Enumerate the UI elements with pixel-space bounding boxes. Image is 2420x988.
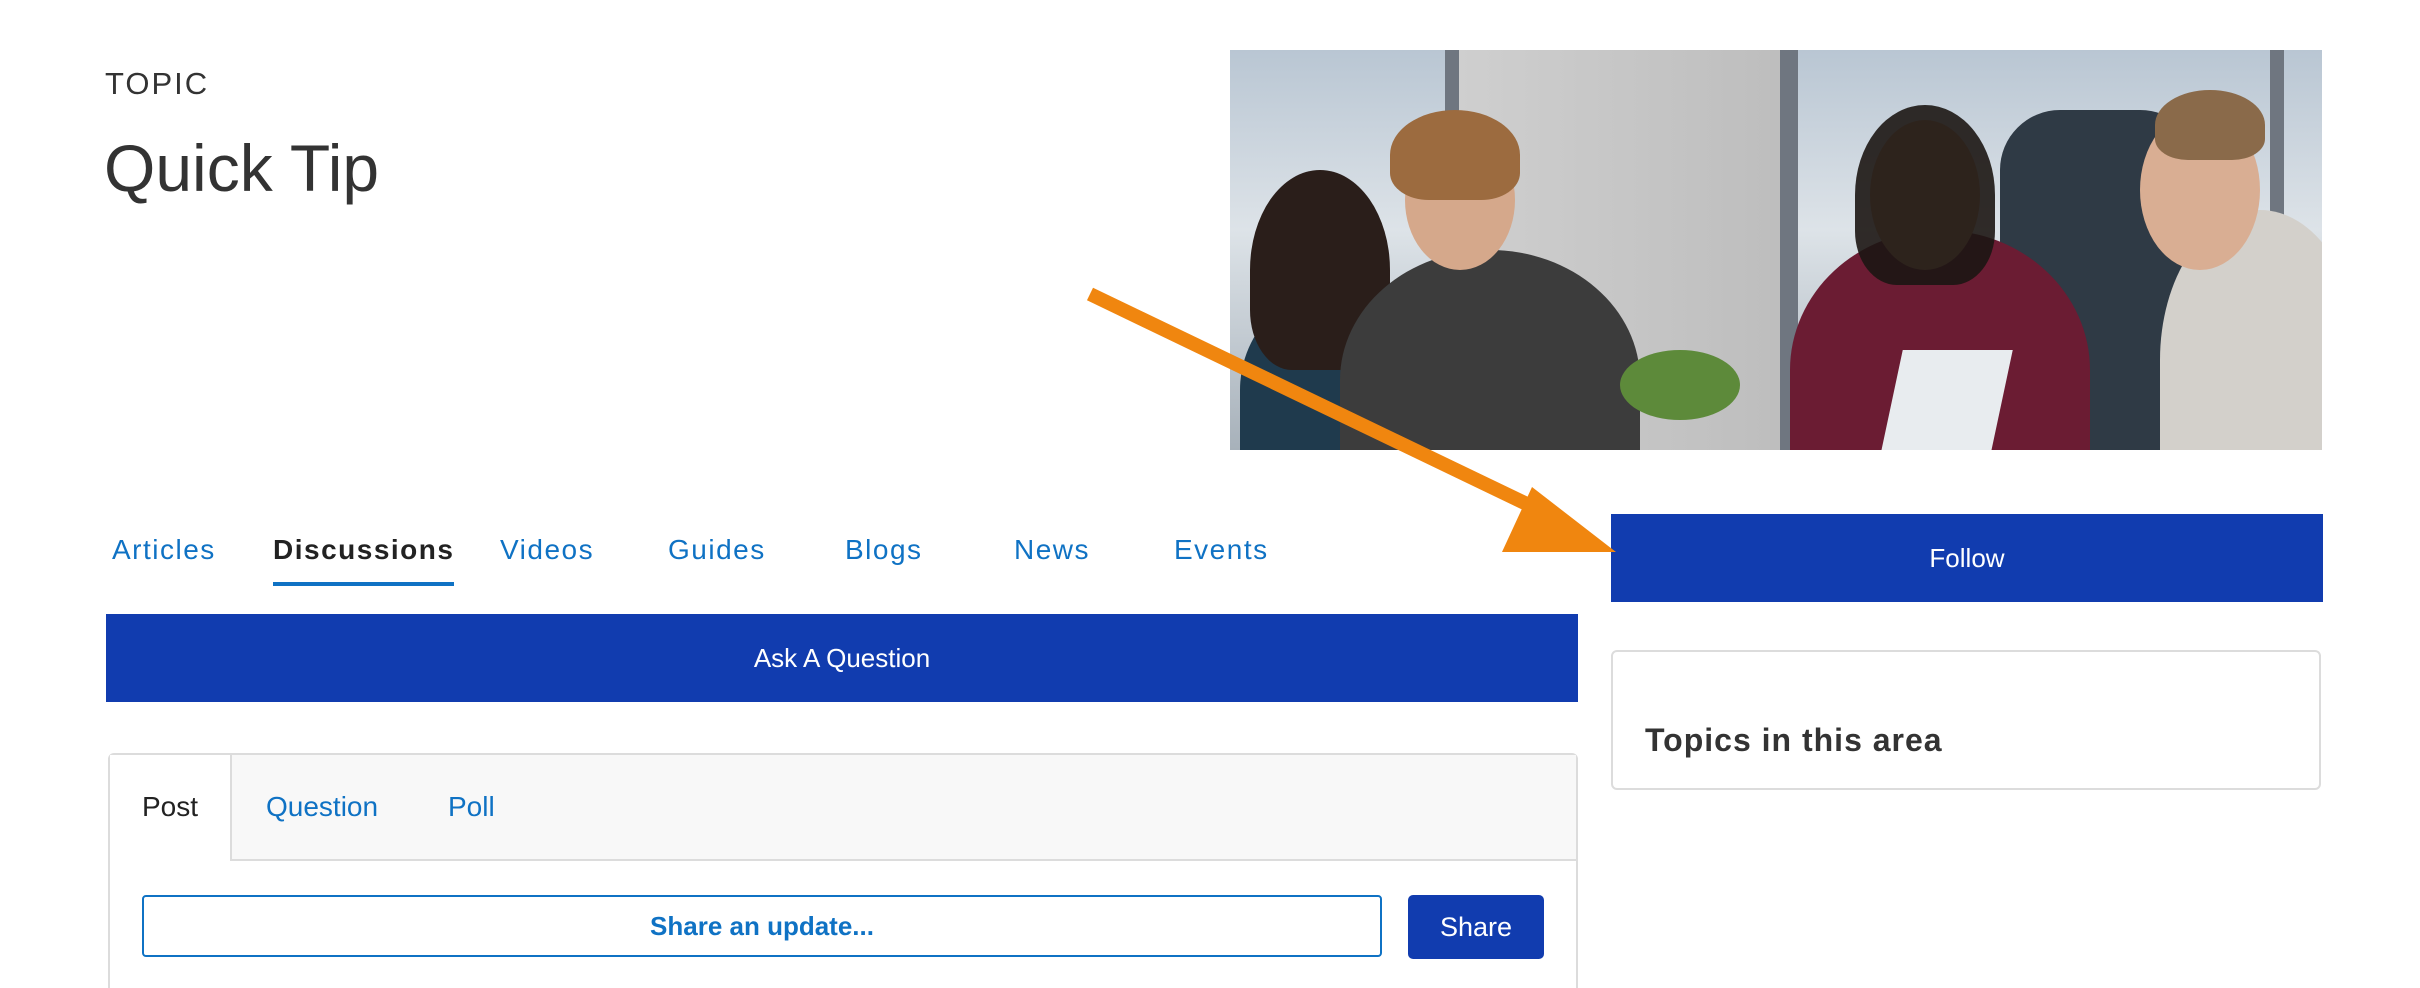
post-composer: Post Question Poll Share [108, 753, 1578, 988]
tab-videos[interactable]: Videos [500, 530, 594, 570]
page-eyebrow: TOPIC [105, 66, 210, 101]
page-title: Quick Tip [104, 131, 380, 205]
topics-heading: Topics in this area [1645, 722, 1943, 758]
composer-tab-bar: Post Question Poll [110, 755, 1576, 861]
tab-articles[interactable]: Articles [112, 530, 216, 570]
ask-question-button[interactable]: Ask A Question [106, 614, 1578, 702]
composer-tab-poll[interactable]: Poll [448, 755, 495, 859]
tab-news[interactable]: News [1014, 530, 1090, 570]
tab-events[interactable]: Events [1174, 530, 1269, 570]
topic-page: TOPIC Quick Tip Articles Discussions Vid… [0, 0, 2420, 988]
topics-panel: Topics in this area [1611, 650, 2321, 790]
share-button[interactable]: Share [1408, 895, 1544, 959]
follow-button[interactable]: Follow [1611, 514, 2323, 602]
tab-guides[interactable]: Guides [668, 530, 766, 570]
share-update-input[interactable] [142, 895, 1382, 957]
hero-image [1230, 50, 2322, 450]
composer-tab-post[interactable]: Post [110, 755, 233, 861]
tab-discussions[interactable]: Discussions [273, 530, 455, 586]
composer-tab-question[interactable]: Question [266, 755, 378, 859]
tab-blogs[interactable]: Blogs [845, 530, 923, 570]
